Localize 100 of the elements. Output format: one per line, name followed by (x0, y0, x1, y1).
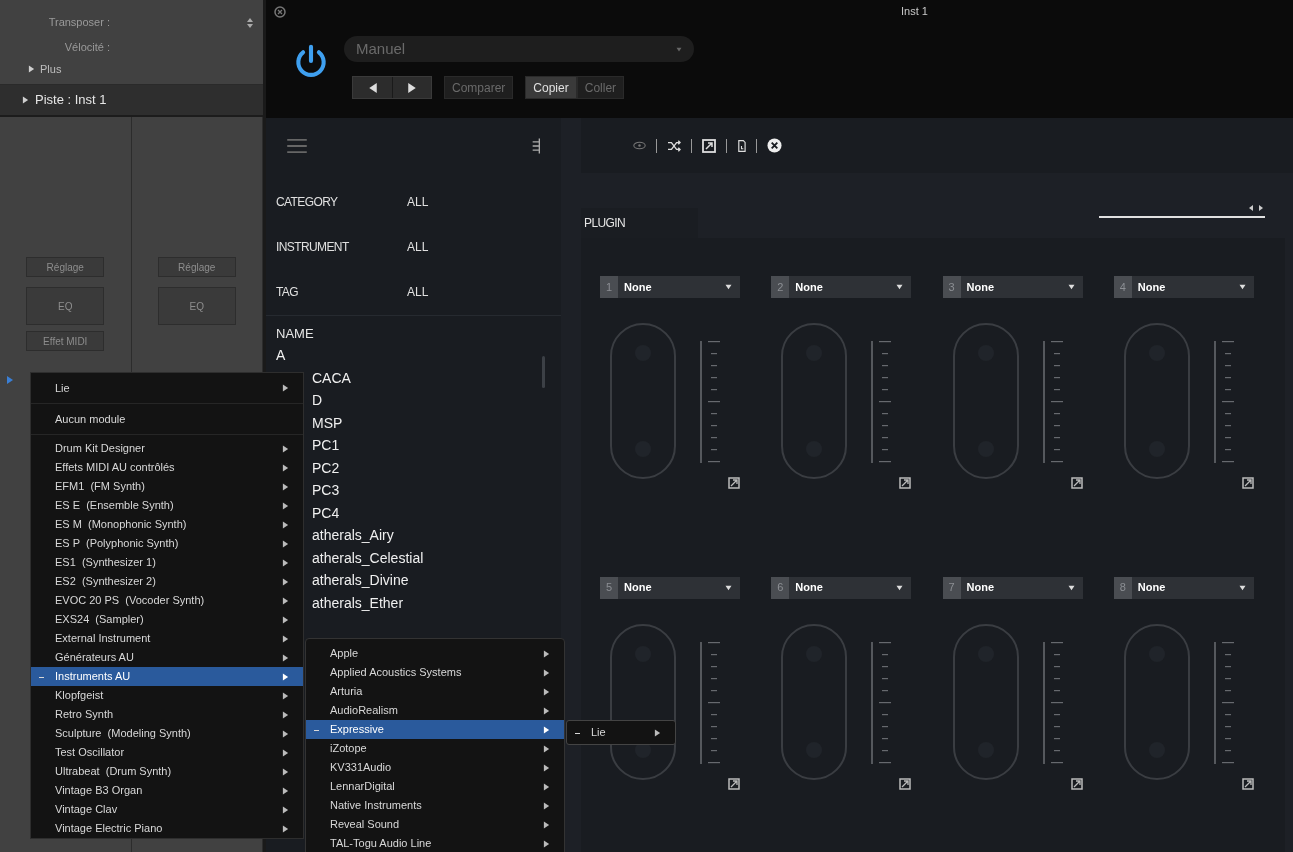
column-header: NAME (276, 325, 315, 343)
caret-icon (676, 46, 682, 52)
submenu-arrow-icon (282, 653, 289, 662)
menu-item[interactable]: TAL-Togu Audio Line (306, 834, 564, 852)
expand-icon[interactable] (728, 477, 740, 489)
plugin-tab[interactable]: PLUGIN (581, 208, 698, 238)
menu-item[interactable]: EVOC 20 PS (Vocoder Synth) (31, 591, 303, 610)
plugin-dropdown[interactable]: None (1131, 576, 1254, 599)
parameter-label: Vélocité : (63, 40, 110, 56)
submenu-arrow-icon (282, 615, 289, 624)
menu-item[interactable]: Test Oscillator (31, 743, 303, 762)
expand-icon[interactable] (1241, 777, 1254, 790)
plugin-dropdown[interactable]: None (960, 276, 1083, 298)
menu-item[interactable]: Lie (567, 723, 675, 742)
stepper-icon[interactable] (247, 16, 253, 29)
expand-icon[interactable] (1241, 477, 1254, 489)
menu-item[interactable]: iZotope (306, 739, 564, 758)
menu-item[interactable]: Drum Kit Designer (31, 439, 303, 458)
expand-icon[interactable] (702, 138, 716, 153)
scrollbar[interactable] (542, 356, 545, 388)
menu-item[interactable]: Expressive (306, 720, 564, 739)
submenu-arrow-icon (543, 763, 550, 772)
caret-icon (1238, 284, 1246, 290)
expand-icon[interactable] (1070, 777, 1083, 790)
menu-item[interactable]: Reveal Sound (306, 815, 564, 834)
submenu-arrow-icon (282, 672, 289, 681)
slot-number: 4 (1113, 276, 1132, 298)
clipboard-icon[interactable] (737, 138, 746, 153)
menu-item[interactable]: Lie (31, 375, 303, 401)
expand-icon[interactable] (899, 777, 912, 790)
shuffle-icon[interactable] (667, 139, 681, 152)
submenu-arrow-icon (543, 649, 550, 658)
strip-button[interactable]: Réglage (26, 257, 105, 277)
menu-item[interactable]: Vintage B3 Organ (31, 781, 303, 800)
submenu-arrow-icon (282, 748, 289, 757)
filter-label: INSTRUMENT (276, 239, 350, 256)
menu-item[interactable]: EFM1 (FM Synth) (31, 477, 303, 496)
menu-item[interactable]: ES E (Ensemble Synth) (31, 496, 303, 515)
expand-icon[interactable] (728, 777, 740, 790)
menu-item[interactable]: External Instrument (31, 629, 303, 648)
menu-item[interactable]: Native Instruments (306, 796, 564, 815)
menu-item[interactable]: Applied Acoustics Systems (306, 663, 564, 682)
menu-icon[interactable] (286, 137, 308, 154)
menu-item[interactable]: Klopfgeist (31, 686, 303, 705)
mark-dash (575, 732, 580, 734)
plugin-dropdown[interactable]: None (789, 276, 912, 298)
close-circle-icon[interactable] (767, 138, 782, 153)
menu-item[interactable]: ES P (Polyphonic Synth) (31, 534, 303, 553)
menu-item[interactable]: Vintage Clav (31, 800, 303, 819)
close-icon[interactable] (274, 6, 286, 18)
menu-item[interactable]: ES M (Monophonic Synth) (31, 515, 303, 534)
submenu-arrow-icon (282, 691, 289, 700)
disclosure-triangle-icon (28, 65, 35, 73)
plugin-dropdown[interactable]: None (618, 576, 740, 599)
submenu-arrow-icon (282, 805, 289, 814)
submenu-arrow-icon (543, 706, 550, 715)
menu-item[interactable]: Aucun module (31, 406, 303, 432)
menu-item[interactable]: ES2 (Synthesizer 2) (31, 572, 303, 591)
menu-item[interactable]: Sculpture (Modeling Synth) (31, 724, 303, 743)
expand-icon[interactable] (899, 477, 912, 489)
menu-item[interactable]: Vintage Electric Piano (31, 819, 303, 838)
eye-icon[interactable] (633, 141, 646, 150)
menu-item[interactable]: Ultrabeat (Drum Synth) (31, 762, 303, 781)
menu-item[interactable]: KV331Audio (306, 758, 564, 777)
submenu-arrow-icon (282, 558, 289, 567)
filter-value[interactable]: ALL (407, 238, 429, 256)
menu-item[interactable]: Instruments AU (31, 667, 303, 686)
submenu-arrow-icon (282, 384, 289, 392)
menu-item[interactable]: Effets MIDI AU contrôlés (31, 458, 303, 477)
page-arrows-icon[interactable] (1249, 205, 1263, 211)
slot-number: 6 (771, 576, 790, 599)
more-disclosure[interactable]: Plus (0, 60, 263, 78)
menu-item[interactable]: Retro Synth (31, 705, 303, 724)
expand-icon[interactable] (1070, 477, 1083, 489)
plugin-dropdown[interactable]: None (1131, 276, 1254, 298)
menu-item[interactable]: ES1 (Synthesizer 1) (31, 553, 303, 572)
plugin-dropdown[interactable]: None (789, 576, 912, 599)
menu-item[interactable]: AudioRealism (306, 701, 564, 720)
submenu-arrow-icon (543, 839, 550, 848)
filter-value[interactable]: ALL (407, 283, 429, 301)
menu-item[interactable]: Apple (306, 644, 564, 663)
strip-button[interactable]: Effet MIDI (26, 331, 105, 351)
slot-number: 7 (942, 576, 961, 599)
slot-number: 1 (600, 276, 618, 298)
menu-item[interactable]: EXS24 (Sampler) (31, 610, 303, 629)
strip-button[interactable]: Réglage (157, 257, 236, 277)
plugin-dropdown[interactable]: None (960, 576, 1083, 599)
menu-item[interactable]: LennarDigital (306, 777, 564, 796)
preset-name[interactable]: A (276, 344, 561, 367)
plugin-dropdown[interactable]: None (618, 276, 740, 298)
caret-icon (896, 284, 904, 290)
track-header[interactable]: Piste : Inst 1 (0, 85, 263, 117)
filter-value[interactable]: ALL (407, 193, 429, 211)
header-button[interactable]: Copier (525, 76, 577, 99)
menu-item[interactable]: Générateurs AU (31, 648, 303, 667)
panel-toggle-icon[interactable] (531, 136, 541, 155)
menu-item[interactable]: Arturia (306, 682, 564, 701)
caret-icon (1067, 584, 1075, 591)
submenu-arrow-icon (282, 786, 289, 795)
slot-number: 2 (771, 276, 790, 298)
